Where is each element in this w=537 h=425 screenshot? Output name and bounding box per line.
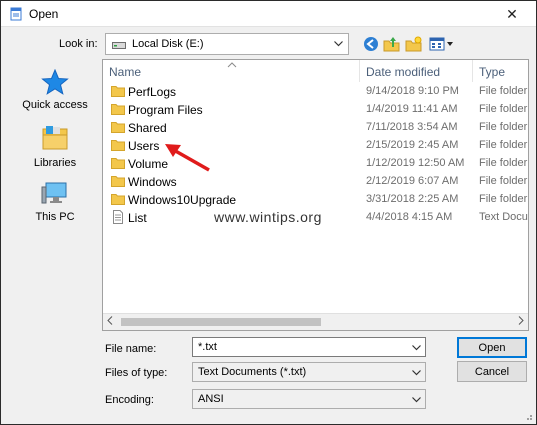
libraries-icon bbox=[42, 126, 68, 150]
look-in-label: Look in: bbox=[59, 38, 98, 50]
file-row[interactable]: Windows10Upgrade 3/31/2018 2:25 AM File fo… bbox=[103, 190, 528, 208]
file-date-modified: 2/12/2019 6:07 AM bbox=[366, 175, 459, 187]
place-label: This PC bbox=[35, 211, 75, 223]
folder-icon bbox=[111, 122, 125, 133]
chevron-down-icon[interactable] bbox=[410, 341, 422, 355]
file-name: PerfLogs bbox=[128, 85, 177, 99]
file-date-modified: 1/12/2019 12:50 AM bbox=[366, 157, 465, 169]
computer-icon bbox=[41, 182, 67, 204]
encoding-select[interactable]: ANSI bbox=[192, 389, 426, 409]
file-type-label: Files of type: bbox=[105, 367, 168, 379]
folder-icon bbox=[111, 104, 125, 115]
file-name: Windows bbox=[128, 175, 177, 189]
column-divider[interactable] bbox=[472, 60, 473, 82]
folder-icon bbox=[111, 140, 125, 151]
sort-ascending-icon bbox=[227, 60, 237, 70]
file-row[interactable]: Program Files 1/4/2019 11:41 AM File folde… bbox=[103, 100, 528, 118]
file-type-select[interactable]: Text Documents (*.txt) bbox=[192, 362, 426, 382]
folder-icon bbox=[111, 176, 125, 187]
file-name-combobox[interactable]: *.txt bbox=[192, 337, 426, 357]
open-dialog: Open ✕ Look in: Local Disk (E:) Quick ac… bbox=[0, 0, 537, 425]
open-button[interactable]: Open bbox=[457, 337, 527, 358]
file-row[interactable]: PerfLogs 9/14/2018 9:10 PM File folder bbox=[103, 82, 528, 100]
up-folder-icon bbox=[383, 37, 400, 52]
column-header-type[interactable]: Type bbox=[479, 65, 505, 79]
scrollbar-thumb[interactable] bbox=[121, 318, 321, 326]
place-label: Libraries bbox=[33, 157, 77, 169]
up-one-level-button[interactable] bbox=[382, 34, 402, 54]
file-name-value: *.txt bbox=[198, 341, 217, 353]
encoding-label: Encoding: bbox=[105, 394, 154, 406]
file-name: Program Files bbox=[128, 103, 203, 117]
open-button-label: Open bbox=[478, 341, 506, 354]
drive-icon bbox=[112, 42, 126, 49]
file-date-modified: 1/4/2019 11:41 AM bbox=[366, 103, 458, 115]
encoding-value: ANSI bbox=[198, 393, 224, 405]
file-name: Windows10Upgrade bbox=[128, 193, 237, 207]
look-in-value: Local Disk (E:) bbox=[132, 38, 204, 50]
folder-icon bbox=[111, 194, 125, 205]
file-type: Text Docu bbox=[479, 211, 528, 223]
scroll-left-icon[interactable] bbox=[107, 316, 113, 328]
back-button[interactable] bbox=[361, 34, 381, 54]
new-folder-icon bbox=[405, 36, 422, 52]
new-folder-button[interactable] bbox=[404, 34, 424, 54]
star-icon bbox=[41, 69, 69, 95]
chevron-down-icon[interactable] bbox=[410, 366, 422, 380]
column-header-row: Name Date modified Type bbox=[103, 60, 528, 82]
view-menu-button[interactable] bbox=[428, 34, 454, 54]
notepad-icon bbox=[10, 7, 22, 21]
file-type: File folder bbox=[479, 157, 528, 169]
file-name: List bbox=[128, 211, 147, 225]
file-type-value: Text Documents (*.txt) bbox=[198, 366, 307, 378]
place-quick-access[interactable]: Quick access bbox=[11, 69, 99, 111]
file-type: File folder bbox=[479, 85, 528, 97]
back-icon bbox=[364, 37, 378, 51]
close-button[interactable]: ✕ bbox=[497, 5, 527, 23]
file-type: File folder bbox=[479, 139, 528, 151]
column-header-name[interactable]: Name bbox=[109, 65, 141, 79]
file-date-modified: 3/31/2018 2:25 AM bbox=[366, 193, 459, 205]
file-type: File folder bbox=[479, 175, 528, 187]
file-row[interactable]: Windows 2/12/2019 6:07 AM File folder bbox=[103, 172, 528, 190]
place-libraries[interactable]: Libraries bbox=[11, 125, 99, 169]
annotation-arrow-icon bbox=[165, 144, 210, 172]
file-date-modified: 2/15/2019 2:45 AM bbox=[366, 139, 459, 151]
look-in-combobox[interactable]: Local Disk (E:) bbox=[105, 33, 349, 55]
text-file-icon bbox=[113, 210, 123, 224]
chevron-down-icon[interactable] bbox=[410, 393, 422, 407]
folder-icon bbox=[111, 158, 125, 169]
horizontal-scrollbar[interactable] bbox=[103, 313, 528, 330]
file-date-modified: 9/14/2018 9:10 PM bbox=[366, 85, 459, 97]
resize-grip-icon[interactable] bbox=[523, 411, 533, 421]
place-label: Quick access bbox=[22, 99, 88, 111]
cancel-button-label: Cancel bbox=[474, 365, 510, 378]
close-icon: ✕ bbox=[506, 5, 518, 22]
place-this-pc[interactable]: This PC bbox=[11, 181, 99, 223]
file-name: Shared bbox=[128, 121, 167, 135]
file-date-modified: 4/4/2018 4:15 AM bbox=[366, 211, 453, 223]
scroll-right-icon[interactable] bbox=[518, 316, 524, 328]
chevron-down-icon bbox=[332, 37, 344, 51]
folder-icon bbox=[111, 86, 125, 97]
watermark: www.wintips.org bbox=[214, 209, 322, 225]
file-name: Users bbox=[128, 139, 160, 153]
window-title: Open bbox=[29, 7, 59, 21]
file-row[interactable]: Shared 7/11/2018 3:54 AM File folder bbox=[103, 118, 528, 136]
file-name-label: File name: bbox=[105, 343, 157, 355]
file-type: File folder bbox=[479, 193, 528, 205]
file-list[interactable]: Name Date modified Type PerfLogs 9/14/201… bbox=[102, 59, 529, 331]
file-type: File folder bbox=[479, 121, 528, 133]
column-header-date[interactable]: Date modified bbox=[366, 65, 440, 79]
file-date-modified: 7/11/2018 3:54 AM bbox=[366, 121, 458, 133]
file-type: File folder bbox=[479, 103, 528, 115]
title-bar: Open ✕ bbox=[1, 1, 536, 27]
cancel-button[interactable]: Cancel bbox=[457, 361, 527, 382]
column-divider[interactable] bbox=[359, 60, 360, 82]
view-menu-icon bbox=[429, 37, 453, 51]
places-bar: Quick access Libraries This PC bbox=[11, 59, 99, 341]
